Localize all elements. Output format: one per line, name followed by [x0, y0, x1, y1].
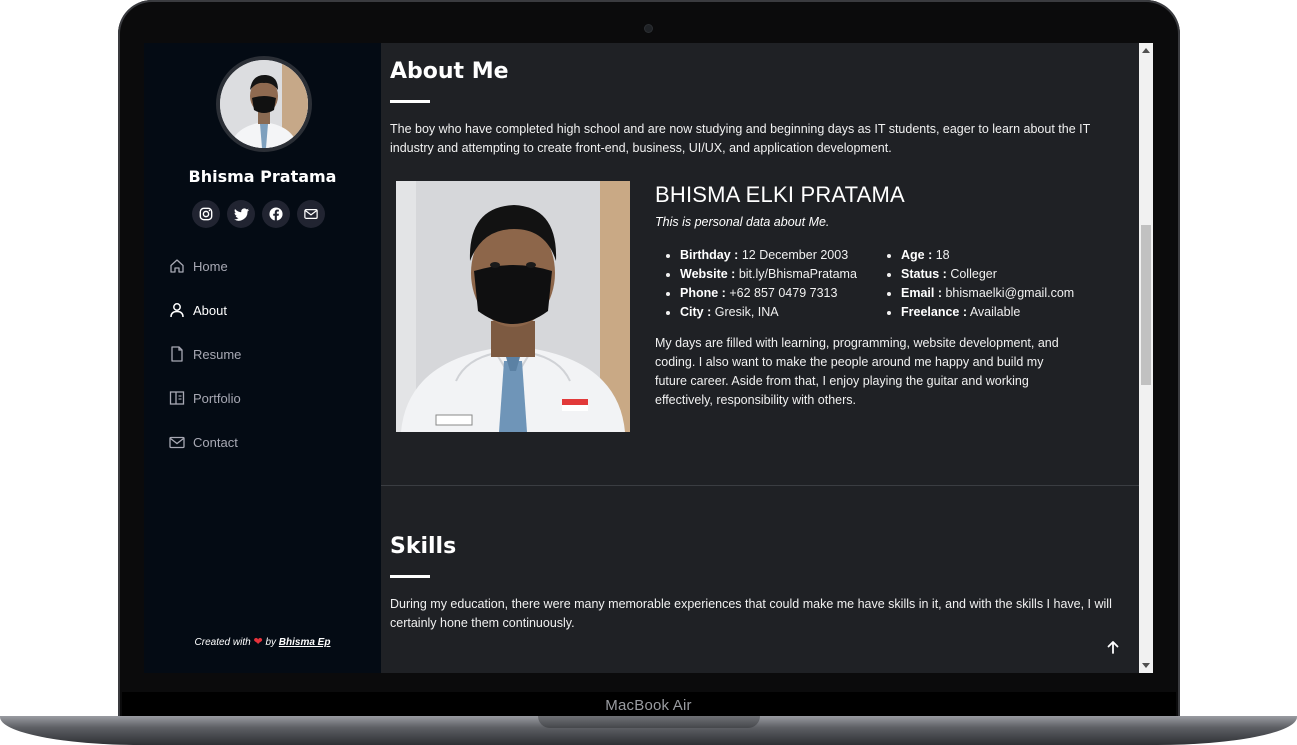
camera [645, 25, 652, 32]
nav-item-contact[interactable]: Contact [168, 420, 241, 464]
full-name: BHISMA ELKI PRATAMA [655, 182, 905, 207]
about-title: About Me [390, 59, 509, 84]
title-underline [390, 575, 430, 578]
credit-prefix: Created with [194, 637, 251, 648]
profile-name: Bhisma Pratama [188, 167, 337, 186]
fact-city: City : Gresik, INA [680, 303, 857, 322]
main-content: About Me The boy who have completed high… [381, 43, 1139, 673]
about-bio: My days are filled with learning, progra… [655, 336, 1059, 407]
fact-age: Age : 18 [901, 246, 1074, 265]
fact-email: Email : bhismaelki@gmail.com [901, 284, 1074, 303]
scrollbar[interactable] [1139, 43, 1153, 673]
scrollbar-thumb[interactable] [1141, 225, 1151, 385]
nav-item-about[interactable]: About [168, 288, 241, 332]
nav-item-label: Portfolio [193, 390, 241, 406]
about-intro: The boy who have completed high school a… [390, 122, 1090, 155]
laptop-notch [538, 716, 760, 728]
back-to-top-button[interactable] [1103, 637, 1123, 657]
nav-item-home[interactable]: Home [168, 244, 241, 288]
nav-item-label: Contact [193, 434, 238, 450]
tagline: This is personal data about Me. [655, 215, 830, 229]
nav-item-label: Resume [193, 346, 242, 362]
social-links [192, 200, 325, 228]
file-icon [168, 345, 186, 363]
user-icon [168, 301, 186, 319]
section-divider [381, 485, 1139, 486]
footer-credit: Created with ❤ by Bhisma Ep [144, 635, 381, 648]
facts-left: Birthday : 12 December 2003 Website : bi… [655, 246, 857, 322]
profile-photo [396, 181, 630, 432]
credit-author-link[interactable]: Bhisma Ep [279, 637, 331, 648]
mail-icon[interactable] [297, 200, 325, 228]
portfolio-icon [168, 389, 186, 407]
arrow-up-icon [1107, 641, 1119, 654]
device-brand-label: MacBook Air [605, 697, 692, 714]
nav-item-label: Home [193, 258, 228, 274]
scroll-down-arrow-icon[interactable] [1139, 659, 1153, 673]
nav-menu: Home About Resume Portfolio Contact [168, 244, 241, 464]
nav-item-resume[interactable]: Resume [168, 332, 241, 376]
nav-item-label: About [193, 302, 227, 318]
skills-intro: During my education, there were many mem… [390, 597, 1112, 630]
nav-item-portfolio[interactable]: Portfolio [168, 376, 241, 420]
credit-by: by [265, 637, 276, 648]
facts-right: Age : 18 Status : Colleger Email : bhism… [876, 246, 1074, 322]
title-underline [390, 100, 430, 103]
twitter-icon[interactable] [227, 200, 255, 228]
home-icon [168, 257, 186, 275]
skills-title: Skills [390, 534, 457, 559]
fact-phone: Phone : +62 857 0479 7313 [680, 284, 857, 303]
fact-freelance: Freelance : Available [901, 303, 1074, 322]
fact-status: Status : Colleger [901, 265, 1074, 284]
scroll-up-arrow-icon[interactable] [1139, 43, 1153, 57]
screen: Bhisma Pratama Home About Resume Portfol… [144, 43, 1153, 673]
sidebar: Bhisma Pratama Home About Resume Portfol… [144, 43, 381, 673]
fact-website: Website : bit.ly/BhismaPratama [680, 265, 857, 284]
facebook-icon[interactable] [262, 200, 290, 228]
fact-birthday: Birthday : 12 December 2003 [680, 246, 857, 265]
envelope-icon [168, 433, 186, 451]
avatar [216, 56, 312, 152]
instagram-icon[interactable] [192, 200, 220, 228]
heart-icon: ❤ [253, 636, 263, 648]
